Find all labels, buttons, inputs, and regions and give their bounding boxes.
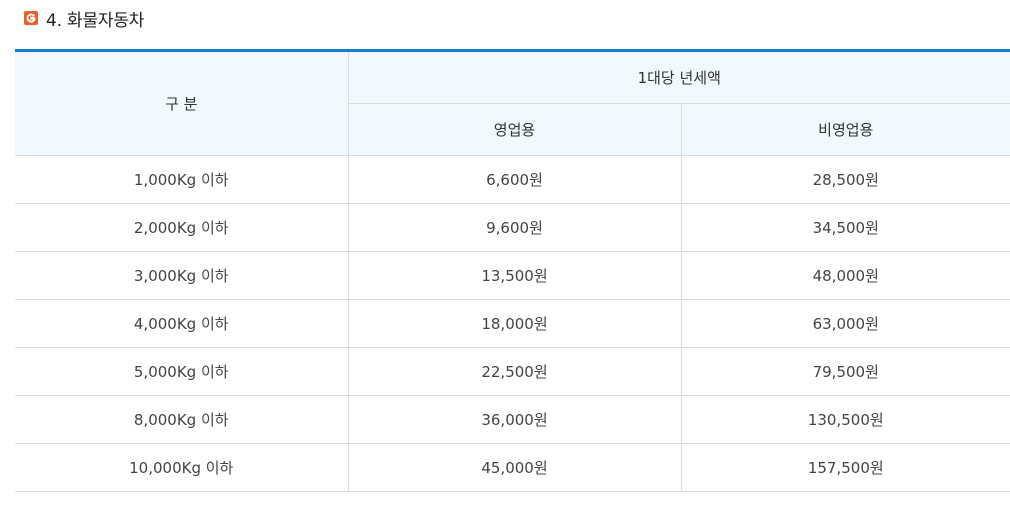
table-row: 3,000Kg 이하 13,500원 48,000원 [15,251,1010,300]
non-business-tax-cell: 34,500원 [680,203,1010,252]
weight-category-cell: 8,000Kg 이하 [15,395,348,444]
section-heading: 4. 화물자동차 [24,6,145,31]
business-tax-cell: 13,500원 [347,251,681,300]
weight-category-cell: 2,000Kg 이하 [15,203,348,252]
business-use-header: 영업용 [347,103,681,156]
tax-rate-table: 구 분 1대당 년세액 영업용 비영업용 1,000Kg 이하 6,600원 2… [15,49,1010,492]
non-business-use-header: 비영업용 [680,103,1010,156]
non-business-tax-cell: 79,500원 [680,347,1010,396]
weight-category-cell: 5,000Kg 이하 [15,347,348,396]
weight-category-cell: 1,000Kg 이하 [15,155,348,204]
table-row: 1,000Kg 이하 6,600원 28,500원 [15,155,1010,204]
business-tax-cell: 18,000원 [347,299,681,348]
annual-tax-header: 1대당 년세액 [347,50,1010,104]
g-badge-icon [24,11,38,25]
non-business-tax-cell: 157,500원 [680,443,1010,492]
table-row: 4,000Kg 이하 18,000원 63,000원 [15,299,1010,348]
section-title: 4. 화물자동차 [46,10,145,31]
business-tax-cell: 36,000원 [347,395,681,444]
non-business-tax-cell: 48,000원 [680,251,1010,300]
weight-category-cell: 10,000Kg 이하 [15,443,348,492]
business-tax-cell: 9,600원 [347,203,681,252]
table-row: 8,000Kg 이하 36,000원 130,500원 [15,395,1010,444]
table-row: 10,000Kg 이하 45,000원 157,500원 [15,443,1010,492]
table-row: 5,000Kg 이하 22,500원 79,500원 [15,347,1010,396]
business-tax-cell: 45,000원 [347,443,681,492]
non-business-tax-cell: 28,500원 [680,155,1010,204]
category-header: 구 분 [15,50,348,156]
non-business-tax-cell: 130,500원 [680,395,1010,444]
weight-category-cell: 3,000Kg 이하 [15,251,348,300]
business-tax-cell: 6,600원 [347,155,681,204]
weight-category-cell: 4,000Kg 이하 [15,299,348,348]
business-tax-cell: 22,500원 [347,347,681,396]
table-row: 2,000Kg 이하 9,600원 34,500원 [15,203,1010,252]
non-business-tax-cell: 63,000원 [680,299,1010,348]
